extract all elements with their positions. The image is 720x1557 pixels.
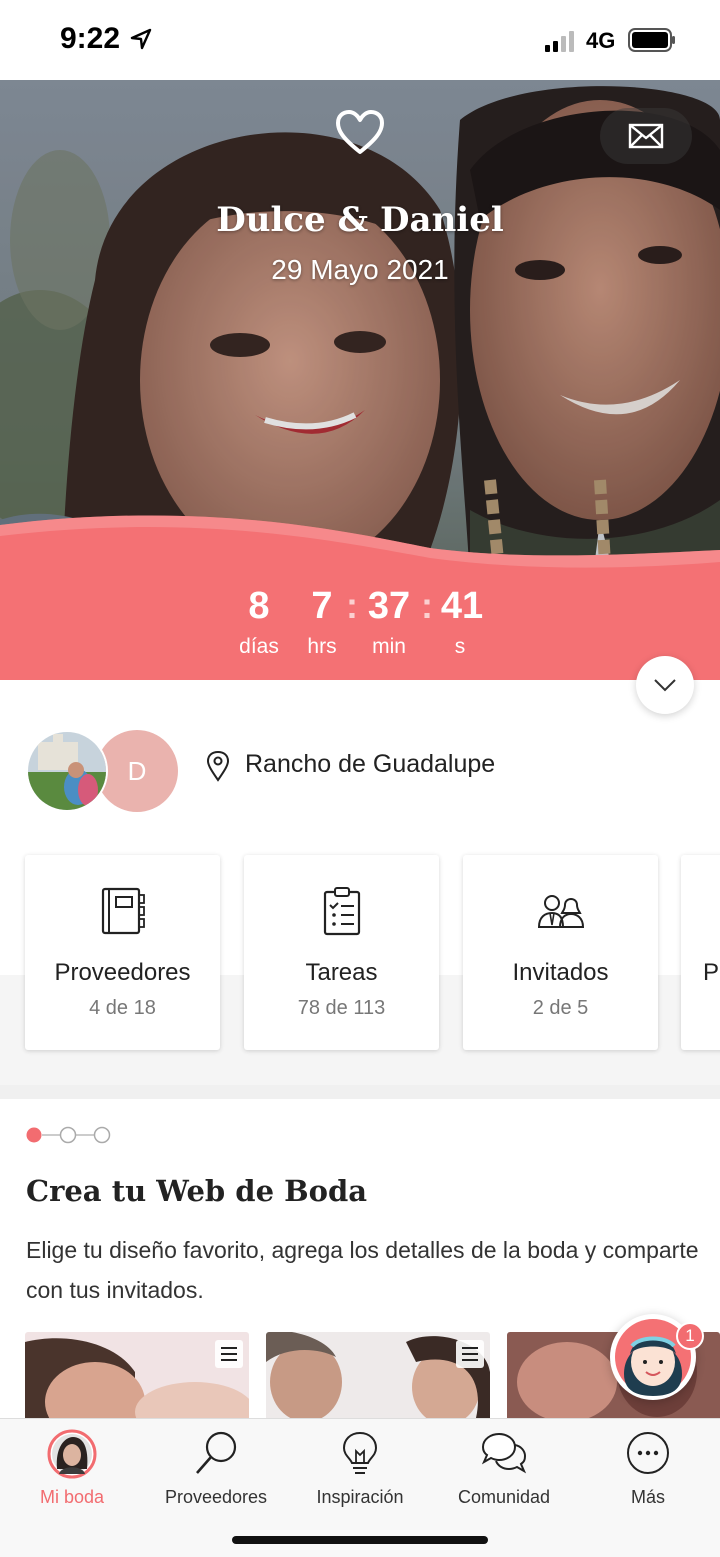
card-invitados[interactable]: Invitados 2 de 5 (463, 855, 658, 1050)
card-title: Invitados (512, 959, 609, 986)
wedding-countdown: 8 días 7 hrs : 37 min : 41 s (0, 585, 720, 680)
countdown-separator: : (421, 585, 433, 626)
section-divider (0, 1085, 720, 1099)
web-section-description: Elige tu diseño favorito, agrega los det… (26, 1237, 699, 1303)
card-title: P (703, 959, 720, 986)
tab-label: Proveedores (164, 1487, 268, 1507)
countdown-minutes: 37 (367, 585, 411, 627)
venue-name[interactable]: Rancho de Guadalupe (245, 750, 495, 779)
countdown-seconds: 41 (440, 585, 484, 627)
profile-avatar-icon (47, 1429, 97, 1479)
countdown-hours-label: hrs (307, 635, 337, 658)
web-design-thumbnail[interactable] (266, 1332, 490, 1418)
tab-label: Mi boda (39, 1487, 105, 1507)
card-progress: 2 de 5 (532, 997, 589, 1019)
carousel-pager[interactable] (26, 1126, 116, 1144)
guests-icon (537, 895, 585, 928)
menu-icon[interactable] (456, 1340, 484, 1368)
chat-bubbles-icon (481, 1432, 527, 1474)
hero-banner: Dulce & Daniel 29 Mayo 2021 8 días 7 hrs… (0, 80, 720, 680)
signal-icon (545, 31, 574, 52)
couple-avatar-photo (28, 732, 106, 810)
messages-button[interactable] (600, 108, 692, 164)
tab-mas[interactable]: Más (576, 1427, 720, 1517)
home-indicator (232, 1536, 488, 1544)
countdown-hours: 7 (311, 585, 333, 627)
card-progress: 78 de 113 (297, 997, 386, 1019)
countdown-seconds-label: s (454, 635, 466, 658)
couple-names: Dulce & Daniel (216, 200, 504, 240)
tab-label: Más (630, 1487, 665, 1507)
web-design-thumbnail[interactable] (25, 1332, 249, 1418)
countdown-days: 8 (248, 585, 270, 627)
battery-icon (628, 28, 675, 52)
tab-inspiracion[interactable]: Inspiración (288, 1427, 432, 1517)
card-progress: 4 de 18 (89, 997, 156, 1019)
chevron-down-icon (654, 679, 676, 692)
card-partial[interactable]: P (681, 855, 720, 1050)
avatar[interactable] (26, 730, 108, 812)
checklist-icon (323, 887, 361, 936)
partner-avatar[interactable]: D (96, 730, 178, 812)
tab-comunidad[interactable]: Comunidad (432, 1427, 576, 1517)
expand-button[interactable] (636, 656, 694, 714)
partner-initial: D (127, 755, 147, 786)
mail-icon (628, 123, 664, 149)
location-arrow-icon (130, 28, 152, 50)
card-title: Tareas (305, 959, 378, 986)
heart-icon (336, 110, 384, 154)
tab-label: Inspiración (316, 1487, 404, 1507)
wedding-date: 29 Mayo 2021 (271, 254, 449, 285)
web-section-title: Crea tu Web de Boda (26, 1174, 368, 1208)
tab-proveedores[interactable]: Proveedores (144, 1427, 288, 1517)
tab-label: Comunidad (457, 1487, 551, 1507)
notification-badge: 1 (676, 1322, 704, 1350)
countdown-minutes-label: min (372, 635, 406, 658)
card-tareas[interactable]: Tareas 78 de 113 (244, 855, 439, 1050)
lightbulb-icon (342, 1431, 378, 1474)
card-title: Proveedores (54, 959, 191, 986)
search-icon (196, 1431, 237, 1474)
network-type: 4G (586, 28, 616, 53)
card-proveedores[interactable]: Proveedores 4 de 18 (25, 855, 220, 1050)
countdown-days-label: días (239, 635, 279, 658)
notebook-icon (101, 887, 145, 935)
location-pin-icon (206, 750, 230, 782)
countdown-separator: : (346, 585, 358, 626)
tab-mi-boda[interactable]: Mi boda (0, 1427, 144, 1517)
status-bar: 9:22 4G (0, 0, 720, 80)
menu-icon[interactable] (215, 1340, 243, 1368)
more-icon (627, 1432, 669, 1474)
status-time: 9:22 (60, 22, 121, 55)
